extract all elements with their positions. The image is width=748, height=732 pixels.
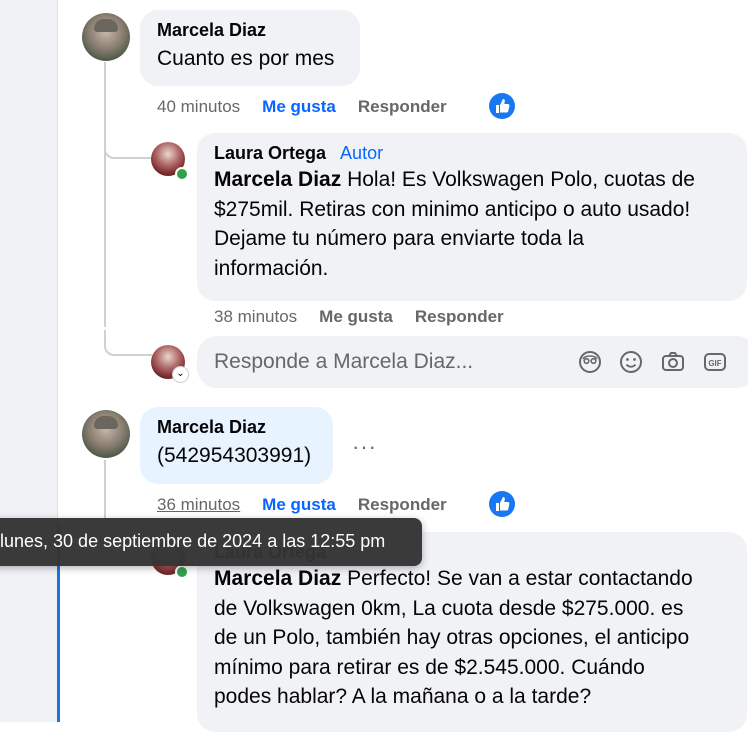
timestamp-tooltip: lunes, 30 de septiembre de 2024 a las 12… xyxy=(0,518,422,566)
reply-text-line: podes hablar? A la mañana o a la tarde? xyxy=(214,685,592,708)
reply-text-line: mínimo para retirar es de $2.545.000. Cu… xyxy=(214,655,645,679)
reply-timestamp[interactable]: 38 minutos xyxy=(214,307,297,326)
reply-text-line: de un Polo, también hay otras opciones, … xyxy=(214,626,690,649)
tooltip-text: lunes, 30 de septiembre de 2024 a las 12… xyxy=(0,531,386,551)
reply-text-line: Hola! Es Volkswagen Polo, cuotas de xyxy=(347,168,695,191)
left-gutter xyxy=(0,0,57,722)
emoji-icon[interactable] xyxy=(618,349,644,375)
svg-text:GIF: GIF xyxy=(708,359,721,368)
reply-text-line: información. xyxy=(214,256,329,280)
reply-text-line: Perfecto! Se van a estar contactando xyxy=(347,567,693,590)
thread-connector xyxy=(104,135,152,159)
camera-icon[interactable] xyxy=(660,349,686,375)
mention-link[interactable]: Marcela Diaz xyxy=(214,567,341,590)
reply-text-line: de Volkswagen 0km, La cuota desde $275.0… xyxy=(214,596,684,620)
reply-button[interactable]: Responder xyxy=(358,495,447,514)
reply-bubble: Laura Ortega Autor Marcela Diaz Hola! Es … xyxy=(197,133,747,301)
online-status-indicator xyxy=(175,565,189,579)
thread-connector xyxy=(104,330,152,356)
reply-text: Marcela Diaz Hola! Es Volkswagen Polo, c… xyxy=(214,165,735,283)
gif-icon[interactable]: GIF xyxy=(702,349,728,375)
like-button[interactable]: Me gusta xyxy=(319,307,393,326)
thumbs-up-icon[interactable] xyxy=(489,491,515,517)
reply-placeholder: Responde a Marcela Diaz... xyxy=(214,350,474,373)
comment-timestamp[interactable]: 40 minutos xyxy=(157,97,240,116)
comment-actions: 40 minutos Me gusta Responder xyxy=(157,97,469,117)
chevron-down-icon[interactable]: ⌄ xyxy=(172,366,189,383)
comment-actions: 36 minutos Me gusta Responder xyxy=(157,495,469,515)
comment-text: (542954303991) xyxy=(157,444,312,467)
reply-input[interactable]: Responde a Marcela Diaz... GIF xyxy=(197,336,748,388)
comment-timestamp[interactable]: 36 minutos xyxy=(157,495,240,514)
mention-link[interactable]: Marcela Diaz xyxy=(214,168,341,191)
reply-author: Laura Ortega Autor xyxy=(214,141,735,165)
reply-button[interactable]: Responder xyxy=(415,307,504,326)
comment-author[interactable]: Marcela Diaz xyxy=(157,415,321,439)
like-button[interactable]: Me gusta xyxy=(262,495,336,514)
author-badge: Autor xyxy=(340,143,384,163)
thread-line xyxy=(104,62,106,327)
more-icon[interactable]: ··· xyxy=(352,434,377,460)
like-button[interactable]: Me gusta xyxy=(262,97,336,116)
online-status-indicator xyxy=(175,167,189,181)
comment-text: Cuanto es por mes xyxy=(157,47,335,70)
reply-text-line: Dejame tu número para enviarte toda la xyxy=(214,227,585,250)
reply-actions: 38 minutos Me gusta Responder xyxy=(214,307,526,327)
comment-bubble: Marcela Diaz (542954303991) xyxy=(140,407,333,484)
comment-author[interactable]: Marcela Diaz xyxy=(157,18,348,42)
thumbs-up-icon[interactable] xyxy=(489,93,515,119)
avatar-sticker-icon[interactable] xyxy=(577,349,603,375)
author-name[interactable]: Laura Ortega xyxy=(214,143,326,163)
reply-text: Marcela Diaz Perfecto! Se van a estar co… xyxy=(214,564,735,712)
comment-bubble: Marcela Diaz Cuanto es por mes xyxy=(140,10,360,86)
reply-button[interactable]: Responder xyxy=(358,97,447,116)
avatar[interactable] xyxy=(82,13,130,61)
avatar[interactable] xyxy=(82,410,130,458)
reply-text-line: $275mil. Retiras con minimo anticipo o a… xyxy=(214,197,691,221)
